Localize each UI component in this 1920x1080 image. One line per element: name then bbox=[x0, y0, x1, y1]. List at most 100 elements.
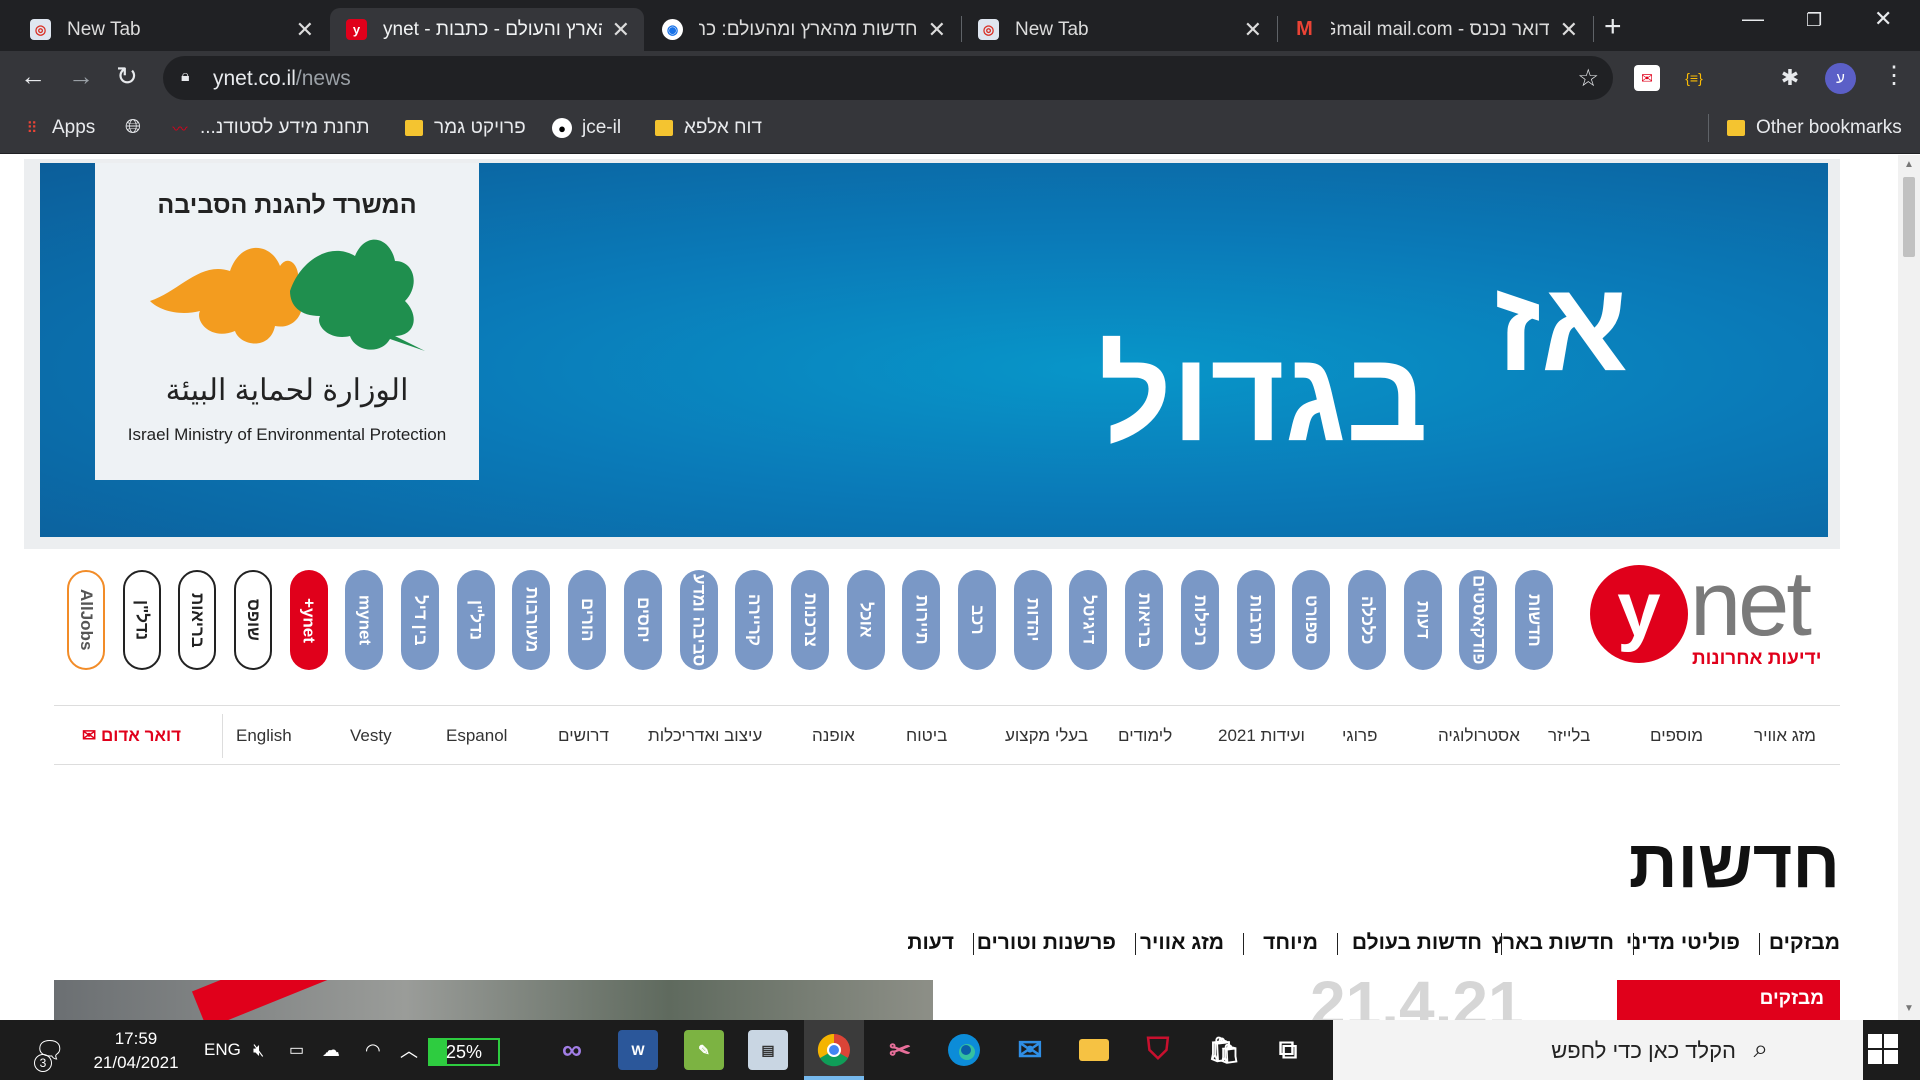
subnav-link[interactable]: בעלי מקצוע bbox=[1005, 726, 1088, 746]
close-tab-icon[interactable]: ✕ bbox=[296, 17, 314, 43]
subnav-link[interactable]: Espanol bbox=[446, 726, 507, 746]
nav-pill[interactable]: חדשות bbox=[1515, 570, 1553, 670]
news-category-link[interactable]: מזג אוויר bbox=[1140, 931, 1224, 955]
bookmark-jce-il[interactable]: ● jce-il bbox=[552, 117, 621, 139]
extension-red-icon[interactable]: ✉ bbox=[1634, 65, 1660, 91]
close-window-icon[interactable]: ✕ bbox=[1874, 6, 1892, 32]
windows-start-icon[interactable] bbox=[1868, 1034, 1898, 1069]
bookmark-apps[interactable]: ⠿ Apps bbox=[22, 117, 96, 139]
volume-muted-icon[interactable]: 🔇︎ bbox=[253, 1020, 264, 1080]
notification-center-icon[interactable]: 🗨︎ 3 bbox=[30, 1020, 70, 1080]
nav-pill[interactable]: פודקאסטים bbox=[1459, 570, 1498, 670]
nav-pill[interactable]: סביבה ומדע bbox=[679, 570, 718, 670]
battery-icon[interactable]: ▭ bbox=[289, 1020, 304, 1080]
nav-pill[interactable]: דעות bbox=[1403, 570, 1442, 670]
scroll-up-icon[interactable]: ▲ bbox=[1904, 159, 1914, 170]
bookmark-globe[interactable]: 🌐︎ bbox=[123, 116, 153, 138]
tab-news-world[interactable]: ◉ חדשות מהארץ ומהעולם: כת ✕ bbox=[646, 8, 960, 51]
nav-pill[interactable]: דיגיטל bbox=[1069, 570, 1108, 670]
news-category-link[interactable]: פרשנות וטורים bbox=[977, 931, 1116, 955]
nav-pill[interactable]: בריאות bbox=[1125, 570, 1164, 670]
forward-icon[interactable]: → bbox=[68, 61, 94, 92]
mcafee-icon[interactable]: ⛉ bbox=[1138, 1030, 1178, 1070]
subnav-link[interactable]: Vesty bbox=[350, 726, 392, 746]
nav-pill[interactable]: שופס bbox=[233, 570, 272, 670]
subnav-link[interactable]: לימודים bbox=[1118, 726, 1172, 746]
extensions-puzzle-icon[interactable]: ✱ bbox=[1777, 65, 1803, 91]
taskbar-search[interactable]: ⌕ הקלד כאן כדי לחפש bbox=[1333, 1020, 1863, 1080]
red-mail-link[interactable]: דואר אדום ✉ bbox=[82, 726, 181, 746]
bookmark-star-icon[interactable]: ☆ bbox=[1577, 64, 1599, 93]
minimize-icon[interactable]: — bbox=[1742, 6, 1764, 32]
paint-icon[interactable]: ▤ bbox=[748, 1030, 788, 1070]
page-scrollbar[interactable]: ▲ ▼ bbox=[1898, 155, 1920, 1020]
mail-icon[interactable]: ✉ bbox=[1010, 1030, 1050, 1070]
store-icon[interactable]: 🛍︎ bbox=[1204, 1030, 1244, 1070]
subnav-link[interactable]: אסטרולוגיה bbox=[1438, 726, 1520, 746]
nav-pill[interactable]: נדל"ן bbox=[122, 570, 161, 670]
address-bar[interactable]: 🔒︎ ynet.co.il/news ☆ bbox=[163, 56, 1613, 100]
menu-icon[interactable]: ⋮ bbox=[1882, 61, 1906, 90]
nav-pill[interactable]: רכילות bbox=[1180, 570, 1219, 670]
subnav-link[interactable]: דרושים bbox=[558, 726, 609, 746]
back-icon[interactable]: ← bbox=[20, 61, 46, 92]
notepad-icon[interactable]: ✎ bbox=[684, 1030, 724, 1070]
system-clock[interactable]: 17:59 21/04/2021 bbox=[90, 1027, 182, 1075]
nav-pill[interactable]: תרבות bbox=[1236, 570, 1275, 670]
scroll-down-icon[interactable]: ▼ bbox=[1904, 1003, 1914, 1014]
subnav-link[interactable]: אופנה bbox=[812, 726, 855, 746]
news-category-link[interactable]: מיוחד bbox=[1263, 931, 1318, 955]
nav-pill[interactable]: מעורבות bbox=[512, 570, 551, 670]
news-category-link[interactable]: דעות bbox=[907, 931, 954, 955]
subnav-link[interactable]: בלייזר bbox=[1548, 726, 1590, 746]
subnav-link[interactable]: מוספים bbox=[1650, 726, 1703, 746]
nav-pill[interactable]: כלכלה bbox=[1347, 570, 1386, 670]
subnav-link[interactable]: ועידות 2021 bbox=[1218, 726, 1305, 746]
tab-ynet[interactable]: y ynet - חדשות מהארץ והעולם - כתבות ✕ bbox=[330, 8, 644, 51]
input-language[interactable]: ENG bbox=[204, 1020, 241, 1080]
profile-avatar[interactable]: ע bbox=[1825, 63, 1856, 94]
subnav-link[interactable]: ביטוח bbox=[906, 726, 947, 746]
ad-banner[interactable]: המשרד להגנת הסביבה الوزارة لحماية البيئة… bbox=[24, 159, 1840, 549]
task-view-icon[interactable]: ⧉ bbox=[1268, 1030, 1308, 1070]
extension-json-icon[interactable]: {≡} bbox=[1681, 65, 1707, 91]
scrollbar-thumb[interactable] bbox=[1903, 177, 1915, 257]
nav-pill[interactable]: AllJobs bbox=[66, 570, 105, 670]
ynet-logo[interactable]: y net ידיעות אחרונות bbox=[1590, 553, 1835, 670]
breaking-news-tag[interactable]: מבזקים bbox=[1617, 980, 1840, 1020]
reload-icon[interactable]: ↻ bbox=[116, 61, 138, 92]
nav-pill[interactable]: mynet bbox=[345, 570, 384, 670]
nav-pill[interactable]: רכב bbox=[958, 570, 996, 670]
tab-new-tab-1[interactable]: ◎ New Tab ✕ bbox=[14, 8, 328, 51]
show-hidden-icons[interactable]: ︿ bbox=[400, 1020, 418, 1080]
bookmark-student-info[interactable]: 〰 תחנת מידע לסטודנ... bbox=[170, 117, 369, 139]
edge-icon[interactable] bbox=[944, 1030, 984, 1070]
nav-pill[interactable]: יחסים bbox=[623, 570, 662, 670]
visual-studio-icon[interactable]: ∞ bbox=[552, 1030, 592, 1070]
ad-banner-image[interactable]: המשרד להגנת הסביבה الوزارة لحماية البيئة… bbox=[40, 163, 1828, 537]
nav-pill[interactable]: תיירות bbox=[902, 570, 941, 670]
restore-icon[interactable]: ❐ bbox=[1806, 10, 1822, 31]
wifi-icon[interactable]: ◠ bbox=[365, 1020, 381, 1080]
news-category-link[interactable]: חדשות בארץ bbox=[1491, 931, 1614, 955]
tab-new-tab-2[interactable]: ◎ New Tab ✕ bbox=[962, 8, 1276, 51]
file-explorer-icon[interactable] bbox=[1074, 1030, 1114, 1070]
nav-pill[interactable]: אוכל bbox=[846, 570, 885, 670]
nav-pill[interactable]: בין דיל bbox=[401, 570, 439, 670]
close-tab-icon[interactable]: ✕ bbox=[1244, 17, 1262, 43]
subnav-link[interactable]: פרוגי bbox=[1342, 726, 1377, 746]
nav-pill[interactable]: הורים bbox=[568, 570, 607, 670]
subnav-link[interactable]: עיצוב ואדריכלות bbox=[648, 726, 762, 746]
lead-article-image[interactable] bbox=[54, 980, 933, 1020]
chrome-icon[interactable] bbox=[814, 1030, 854, 1070]
word-icon[interactable]: W bbox=[618, 1030, 658, 1070]
news-category-link[interactable]: פוליטי מדיני bbox=[1626, 931, 1740, 955]
bookmark-final-project[interactable]: פרויקט גמר bbox=[404, 117, 526, 139]
battery-indicator[interactable]: 25% bbox=[428, 1038, 500, 1066]
nav-pill[interactable]: נדל"ן bbox=[456, 570, 495, 670]
network-offline-icon[interactable]: ☁ bbox=[322, 1020, 340, 1080]
nav-pill[interactable]: צרכנות bbox=[790, 570, 829, 670]
bookmark-alpha-report[interactable]: דוח אלפא bbox=[654, 117, 762, 139]
snipping-icon[interactable]: ✂ bbox=[880, 1030, 920, 1070]
news-category-link[interactable]: מבזקים bbox=[1769, 931, 1840, 955]
